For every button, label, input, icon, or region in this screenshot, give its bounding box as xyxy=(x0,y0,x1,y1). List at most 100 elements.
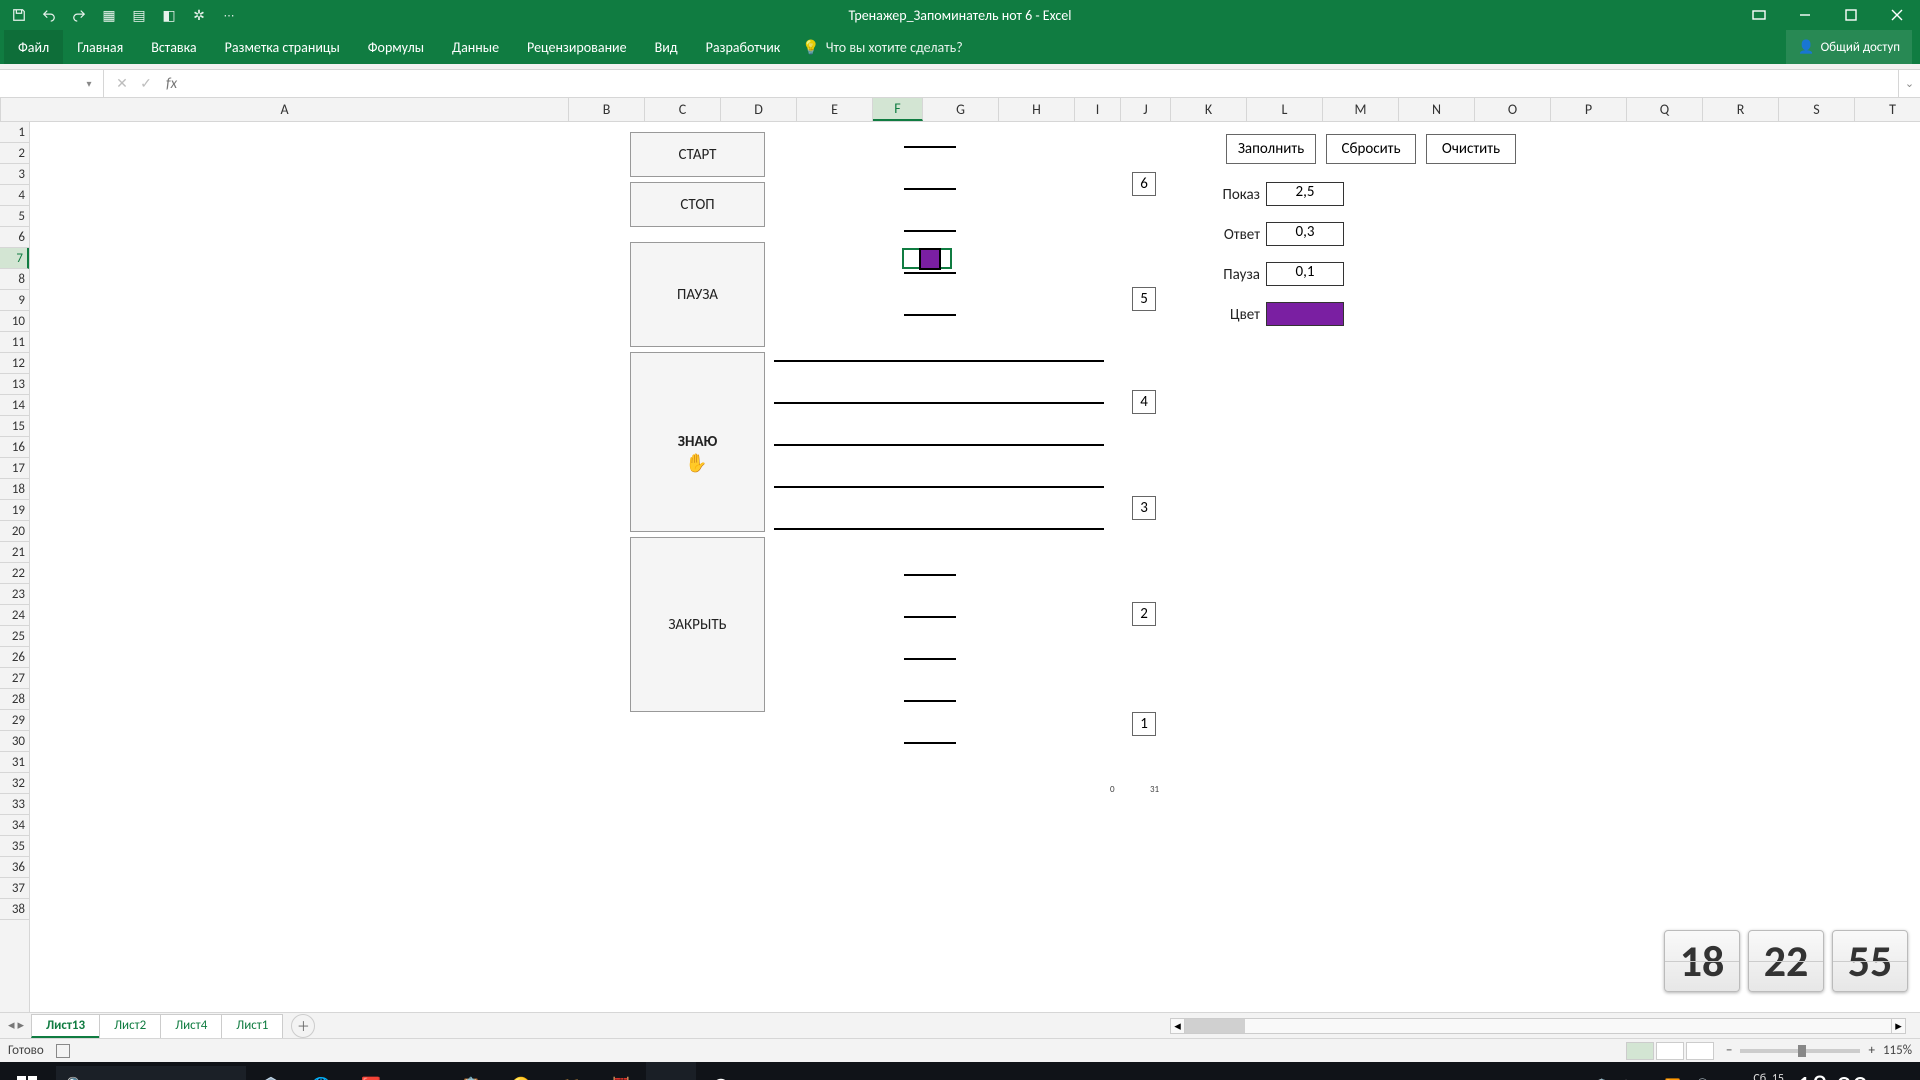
know-button[interactable]: ЗНАЮ xyxy=(630,352,765,532)
row-header-29[interactable]: 29 xyxy=(0,710,29,731)
row-header-36[interactable]: 36 xyxy=(0,857,29,878)
row-header-6[interactable]: 6 xyxy=(0,227,29,248)
pause-input[interactable]: 0,1 xyxy=(1266,262,1344,286)
tab-file[interactable]: Файл xyxy=(4,30,63,64)
col-header-D[interactable]: D xyxy=(721,98,797,121)
qat-customize-icon[interactable]: ⋯ xyxy=(218,4,240,26)
formula-expand-icon[interactable]: ⌄ xyxy=(1898,70,1920,97)
taskbar-yandex-icon[interactable]: 🟥 xyxy=(346,1062,396,1080)
row-header-5[interactable]: 5 xyxy=(0,206,29,227)
taskbar-chrome-icon[interactable]: 🟡 xyxy=(496,1062,546,1080)
sheet-tab-Лист1[interactable]: Лист1 xyxy=(221,1014,283,1038)
col-header-I[interactable]: I xyxy=(1075,98,1121,121)
zoom-out-icon[interactable]: − xyxy=(1726,1043,1732,1058)
qat-item-2-icon[interactable]: ▤ xyxy=(128,4,150,26)
row-header-14[interactable]: 14 xyxy=(0,395,29,416)
row-header-28[interactable]: 28 xyxy=(0,689,29,710)
tell-me[interactable]: 💡 Что вы хотите сделать? xyxy=(802,30,962,64)
row-header-2[interactable]: 2 xyxy=(0,143,29,164)
taskbar-calc-icon[interactable]: 🧮 xyxy=(596,1062,646,1080)
show-input[interactable]: 2,5 xyxy=(1266,182,1344,206)
row-header-7[interactable]: 7 xyxy=(0,248,29,269)
row-header-12[interactable]: 12 xyxy=(0,353,29,374)
view-normal-icon[interactable] xyxy=(1626,1042,1654,1060)
row-header-34[interactable]: 34 xyxy=(0,815,29,836)
close-button[interactable]: ЗАКРЫТЬ xyxy=(630,537,765,712)
col-header-C[interactable]: C xyxy=(645,98,721,121)
cells-canvas[interactable]: СТАРТ СТОП ПАУЗА ЗНАЮ ЗАКРЫТЬ Заполнить … xyxy=(30,122,1920,1012)
col-header-A[interactable]: A xyxy=(1,98,569,121)
taskbar-app-2-icon[interactable]: ⬤ xyxy=(696,1062,746,1080)
row-header-4[interactable]: 4 xyxy=(0,185,29,206)
col-header-P[interactable]: P xyxy=(1551,98,1627,121)
close-icon[interactable] xyxy=(1874,0,1920,30)
taskbar-edge-icon[interactable]: 🌐 xyxy=(296,1062,346,1080)
taskbar-explorer-icon[interactable]: 📁 xyxy=(546,1062,596,1080)
tab-home[interactable]: Главная xyxy=(63,30,137,64)
col-header-K[interactable]: K xyxy=(1171,98,1247,121)
tab-data[interactable]: Данные xyxy=(438,30,513,64)
qat-item-3-icon[interactable]: ◧ xyxy=(158,4,180,26)
col-header-J[interactable]: J xyxy=(1121,98,1171,121)
row-header-11[interactable]: 11 xyxy=(0,332,29,353)
row-header-15[interactable]: 15 xyxy=(0,416,29,437)
clear-button[interactable]: Очистить xyxy=(1426,134,1516,164)
row-header-22[interactable]: 22 xyxy=(0,563,29,584)
row-header-26[interactable]: 26 xyxy=(0,647,29,668)
row-header-31[interactable]: 31 xyxy=(0,752,29,773)
cancel-formula-icon[interactable]: ✕ xyxy=(112,75,132,92)
tray-date[interactable]: Сб, 15 МАРТ xyxy=(1753,1073,1784,1080)
minimize-icon[interactable] xyxy=(1782,0,1828,30)
ribbon-display-icon[interactable] xyxy=(1736,0,1782,30)
taskbar-excel-icon[interactable]: x≡ xyxy=(646,1062,696,1080)
col-header-N[interactable]: N xyxy=(1399,98,1475,121)
col-header-T[interactable]: T xyxy=(1855,98,1920,121)
col-header-B[interactable]: B xyxy=(569,98,645,121)
pause-button[interactable]: ПАУЗА xyxy=(630,242,765,347)
horizontal-scrollbar[interactable]: ◂ ▸ xyxy=(1170,1018,1906,1034)
maximize-icon[interactable] xyxy=(1828,0,1874,30)
reset-button[interactable]: Сбросить xyxy=(1326,134,1416,164)
row-header-35[interactable]: 35 xyxy=(0,836,29,857)
redo-icon[interactable] xyxy=(68,4,90,26)
tab-insert[interactable]: Вставка xyxy=(137,30,210,64)
row-header-16[interactable]: 16 xyxy=(0,437,29,458)
name-box-dropdown-icon[interactable]: ▾ xyxy=(80,73,98,95)
taskbar-camera-icon[interactable]: 📷 xyxy=(396,1062,446,1080)
fill-button[interactable]: Заполнить xyxy=(1226,134,1316,164)
col-header-Q[interactable]: Q xyxy=(1627,98,1703,121)
taskbar-app-1-icon[interactable]: 🏛️ xyxy=(246,1062,296,1080)
view-page-break-icon[interactable] xyxy=(1686,1042,1714,1060)
taskbar-search[interactable]: 🔍 Поиск xyxy=(56,1066,246,1080)
row-header-1[interactable]: 1 xyxy=(0,122,29,143)
col-header-S[interactable]: S xyxy=(1779,98,1855,121)
row-header-13[interactable]: 13 xyxy=(0,374,29,395)
zoom-slider[interactable] xyxy=(1740,1049,1860,1053)
start-button[interactable]: СТАРТ xyxy=(630,132,765,177)
row-header-27[interactable]: 27 xyxy=(0,668,29,689)
row-header-10[interactable]: 10 xyxy=(0,311,29,332)
row-header-38[interactable]: 38 xyxy=(0,899,29,920)
col-header-H[interactable]: H xyxy=(999,98,1075,121)
tab-view[interactable]: Вид xyxy=(641,30,692,64)
sheet-tab-Лист13[interactable]: Лист13 xyxy=(31,1014,100,1038)
taskbar-notes-icon[interactable]: 📋 xyxy=(446,1062,496,1080)
tab-developer[interactable]: Разработчик xyxy=(692,30,795,64)
col-header-R[interactable]: R xyxy=(1703,98,1779,121)
tab-formulas[interactable]: Формулы xyxy=(354,30,438,64)
row-header-3[interactable]: 3 xyxy=(0,164,29,185)
save-icon[interactable] xyxy=(8,4,30,26)
formula-input[interactable] xyxy=(183,73,1898,95)
answer-input[interactable]: 0,3 xyxy=(1266,222,1344,246)
row-header-32[interactable]: 32 xyxy=(0,773,29,794)
row-header-18[interactable]: 18 xyxy=(0,479,29,500)
macro-record-icon[interactable] xyxy=(56,1044,70,1058)
color-swatch[interactable] xyxy=(1266,302,1344,326)
row-header-23[interactable]: 23 xyxy=(0,584,29,605)
tab-review[interactable]: Рецензирование xyxy=(513,30,641,64)
row-header-19[interactable]: 19 xyxy=(0,500,29,521)
qat-item-1-icon[interactable]: ▦ xyxy=(98,4,120,26)
col-header-M[interactable]: M xyxy=(1323,98,1399,121)
qat-item-4-icon[interactable]: ✲ xyxy=(188,4,210,26)
sheet-nav[interactable]: ◂ ▸ xyxy=(0,1018,32,1033)
